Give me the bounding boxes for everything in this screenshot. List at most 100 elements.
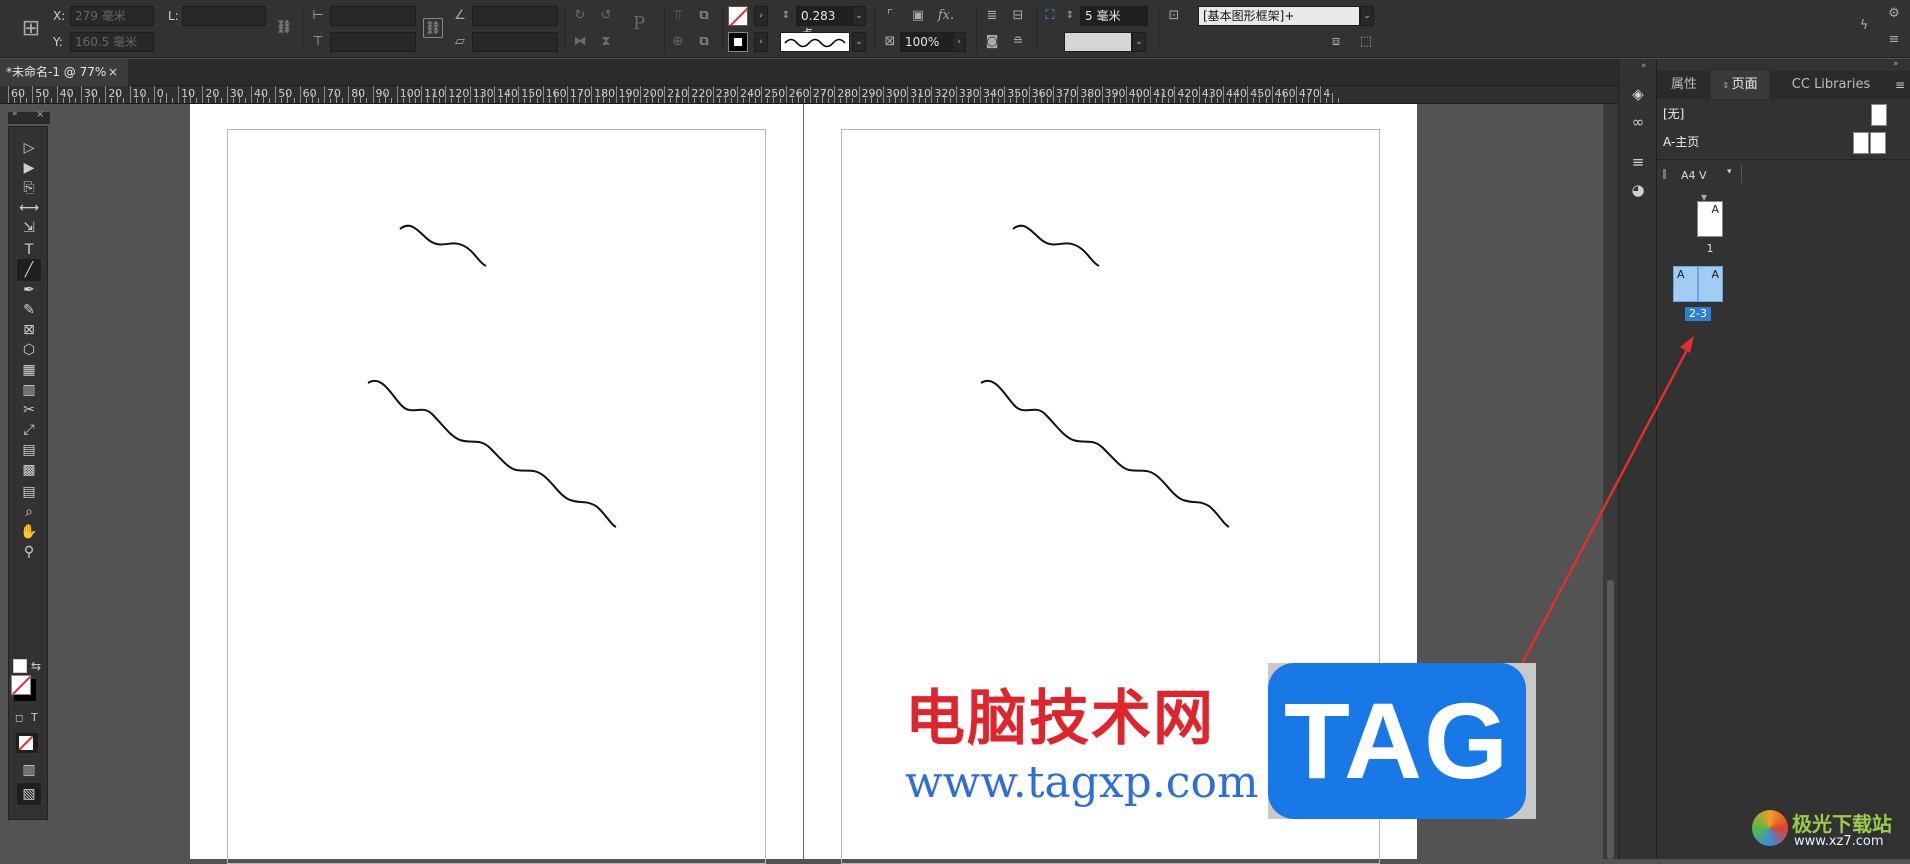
master-none-row[interactable]: [无] [1657, 100, 1910, 128]
gradient-feather-tool-icon[interactable]: ▩ [17, 459, 41, 481]
offset-field[interactable]: 5 毫米 [1080, 6, 1148, 26]
expand-panels-icon[interactable]: « [1641, 61, 1647, 71]
divider-grip-icon[interactable] [1663, 169, 1666, 179]
polygon-tool-icon[interactable]: ⬡ [17, 339, 41, 361]
flip-horizontal-icon[interactable]: ⧓ [570, 32, 590, 52]
stroke-type-dropdown[interactable]: ⌄ [852, 32, 866, 52]
color-panel-icon[interactable]: ◕ [1627, 179, 1649, 201]
close-tab-icon[interactable]: × [108, 59, 118, 86]
stroke-type-field[interactable] [780, 32, 850, 52]
screen-mode-normal-icon[interactable]: ▥ [17, 759, 41, 781]
opacity-field[interactable]: 100% [900, 32, 952, 52]
frame-to-content-icon[interactable]: ⧈ [1326, 32, 1346, 52]
quick-apply-icon[interactable]: ϟ [1854, 16, 1874, 36]
fill-none-swatch[interactable] [728, 6, 748, 26]
pen-tool-icon[interactable]: ✒ [17, 279, 41, 301]
direct-selection-tool-icon[interactable]: ▶ [17, 157, 41, 179]
drop-shadow-icon[interactable]: ▣ [908, 6, 928, 26]
text-wrap-bbox-icon[interactable]: ⊟ [1008, 6, 1028, 26]
zoom-tool-icon[interactable]: ⚲ [17, 541, 41, 563]
corner-options-icon[interactable]: ⌜ [880, 6, 900, 26]
view-mode-icon[interactable]: ▧ [17, 783, 41, 805]
offset-stepper-icon[interactable]: ⇕ [1062, 6, 1078, 26]
vertical-scrollbar-thumb[interactable] [1607, 580, 1614, 859]
collapse-tools-icon[interactable]: » [12, 109, 18, 119]
page-3-thumb[interactable]: A [1698, 266, 1723, 302]
eyedropper-tool-icon[interactable]: ⌕ [17, 501, 41, 523]
selection-tool-icon[interactable]: ▷ [17, 137, 41, 159]
align-center-icon[interactable]: ⊕ [668, 32, 688, 52]
fill-color-box[interactable] [11, 675, 31, 695]
object-style-field[interactable]: [基本图形框架]+ [1198, 6, 1360, 26]
scale-x-field[interactable] [330, 6, 416, 26]
rectangle-frame-tool-icon[interactable]: ⊠ [17, 319, 41, 341]
text-wrap-shape-icon[interactable]: ◙ [982, 32, 1002, 52]
tab-cc-libraries[interactable]: CC Libraries [1771, 71, 1891, 99]
page-size-dropdown-icon[interactable]: ▾ [1727, 167, 1732, 177]
tab-properties[interactable]: 属性 [1657, 71, 1711, 99]
layers-icon[interactable]: ◈ [1627, 83, 1649, 105]
table-tool-icon[interactable]: ▦ [17, 359, 41, 381]
grid-tool-icon[interactable]: ▥ [17, 379, 41, 401]
gradient-swatch-tool-icon[interactable]: ▤ [17, 439, 41, 461]
line-tool-icon[interactable]: ╱ [17, 259, 41, 281]
note-tool-icon[interactable]: ▤ [17, 481, 41, 503]
stroke-dropdown[interactable]: › [754, 32, 768, 52]
page-tool-icon[interactable]: ⎘ [17, 177, 41, 199]
length-field[interactable] [182, 6, 266, 26]
content-to-frame-icon[interactable]: ⬚ [1356, 32, 1376, 52]
fill-dropdown[interactable]: › [754, 6, 768, 26]
rotation-field[interactable] [472, 6, 558, 26]
link-scale-icon[interactable]: ⛓ [423, 18, 443, 38]
effects-icon[interactable]: fx. [936, 6, 956, 26]
stroke-weight-field[interactable]: 0.283 点 [796, 6, 852, 41]
scissors-tool-icon[interactable]: ✂ [17, 399, 41, 421]
path-type-icon[interactable]: P [624, 14, 654, 34]
stroke-stepper-icon[interactable]: ⇕ [778, 6, 794, 26]
frame-fitting-preview[interactable] [1064, 32, 1132, 52]
pencil-tool-icon[interactable]: ✎ [17, 299, 41, 321]
page-1-thumb[interactable]: A [1697, 201, 1723, 237]
content-collector-icon[interactable]: ⇲ [17, 217, 41, 239]
formatting-text-icon[interactable]: T [31, 711, 38, 724]
stroke-swatch[interactable] [728, 32, 748, 52]
tab-pages[interactable]: ⇕ 页面 [1711, 71, 1769, 99]
text-wrap-jump-icon[interactable]: ≘ [1008, 32, 1028, 52]
reference-point-icon[interactable]: ⊞ [16, 14, 46, 44]
opacity-dropdown[interactable]: › [952, 32, 966, 52]
rotate-ccw-icon[interactable]: ↺ [596, 6, 616, 26]
flip-vertical-icon[interactable]: ⧗ [596, 32, 616, 52]
distribute-icon[interactable]: ⧉ [694, 6, 714, 26]
formatting-container-icon[interactable]: ◻ [15, 713, 23, 724]
page-size-select[interactable]: A4 V [1681, 169, 1707, 182]
stroke-weight-dropdown[interactable]: ⌄ [852, 6, 866, 26]
object-style-dropdown[interactable]: ⌄ [1360, 6, 1374, 26]
apply-none-button[interactable] [16, 733, 38, 753]
vertical-scrollbar[interactable] [1603, 104, 1618, 859]
panel-menu-icon[interactable]: ≡ [1895, 71, 1905, 99]
swap-colors-icon[interactable]: ⇆ [31, 659, 41, 673]
x-position-field[interactable]: 279 毫米 [70, 6, 154, 26]
panel-menu-icon[interactable]: ≡ [1884, 30, 1904, 50]
panel-options-icon[interactable]: ⚙ [1884, 4, 1904, 24]
gap-tool-icon[interactable]: ⟷ [17, 197, 41, 219]
free-transform-tool-icon[interactable]: ⤢ [17, 419, 41, 441]
default-colors-icon[interactable] [13, 659, 27, 673]
scale-y-field[interactable] [330, 32, 416, 52]
distribute-spacing-icon[interactable]: ⧉ [694, 32, 714, 52]
horizontal-ruler[interactable]: 60 50 40 30 20 10 0 10 20 30 40 50 60 70 80 90 100 110 120… [0, 86, 1618, 104]
frame-fitting-dropdown[interactable]: ⌄ [1132, 32, 1146, 52]
tool-panel-header[interactable]: » × [8, 109, 50, 124]
hand-tool-icon[interactable]: ✋ [17, 521, 41, 543]
stroke-panel-icon[interactable]: ≡ [1627, 151, 1649, 173]
auto-fit-icon[interactable]: ⛶ [1040, 6, 1060, 26]
master-a-row[interactable]: A-主页 [1657, 128, 1910, 156]
constrain-proportions-icon[interactable]: ⛓ [274, 18, 294, 38]
align-top-icon[interactable]: ⫪ [668, 6, 688, 26]
text-wrap-none-icon[interactable]: ≣ [982, 6, 1002, 26]
document-tab[interactable]: *未命名-1 @ 77% × [0, 59, 128, 86]
y-position-field[interactable]: 160.5 毫米 [70, 32, 154, 52]
page-2-thumb[interactable]: A [1673, 266, 1698, 302]
close-tools-icon[interactable]: × [36, 109, 44, 120]
collapse-panel-icon[interactable]: » [1893, 59, 1899, 69]
